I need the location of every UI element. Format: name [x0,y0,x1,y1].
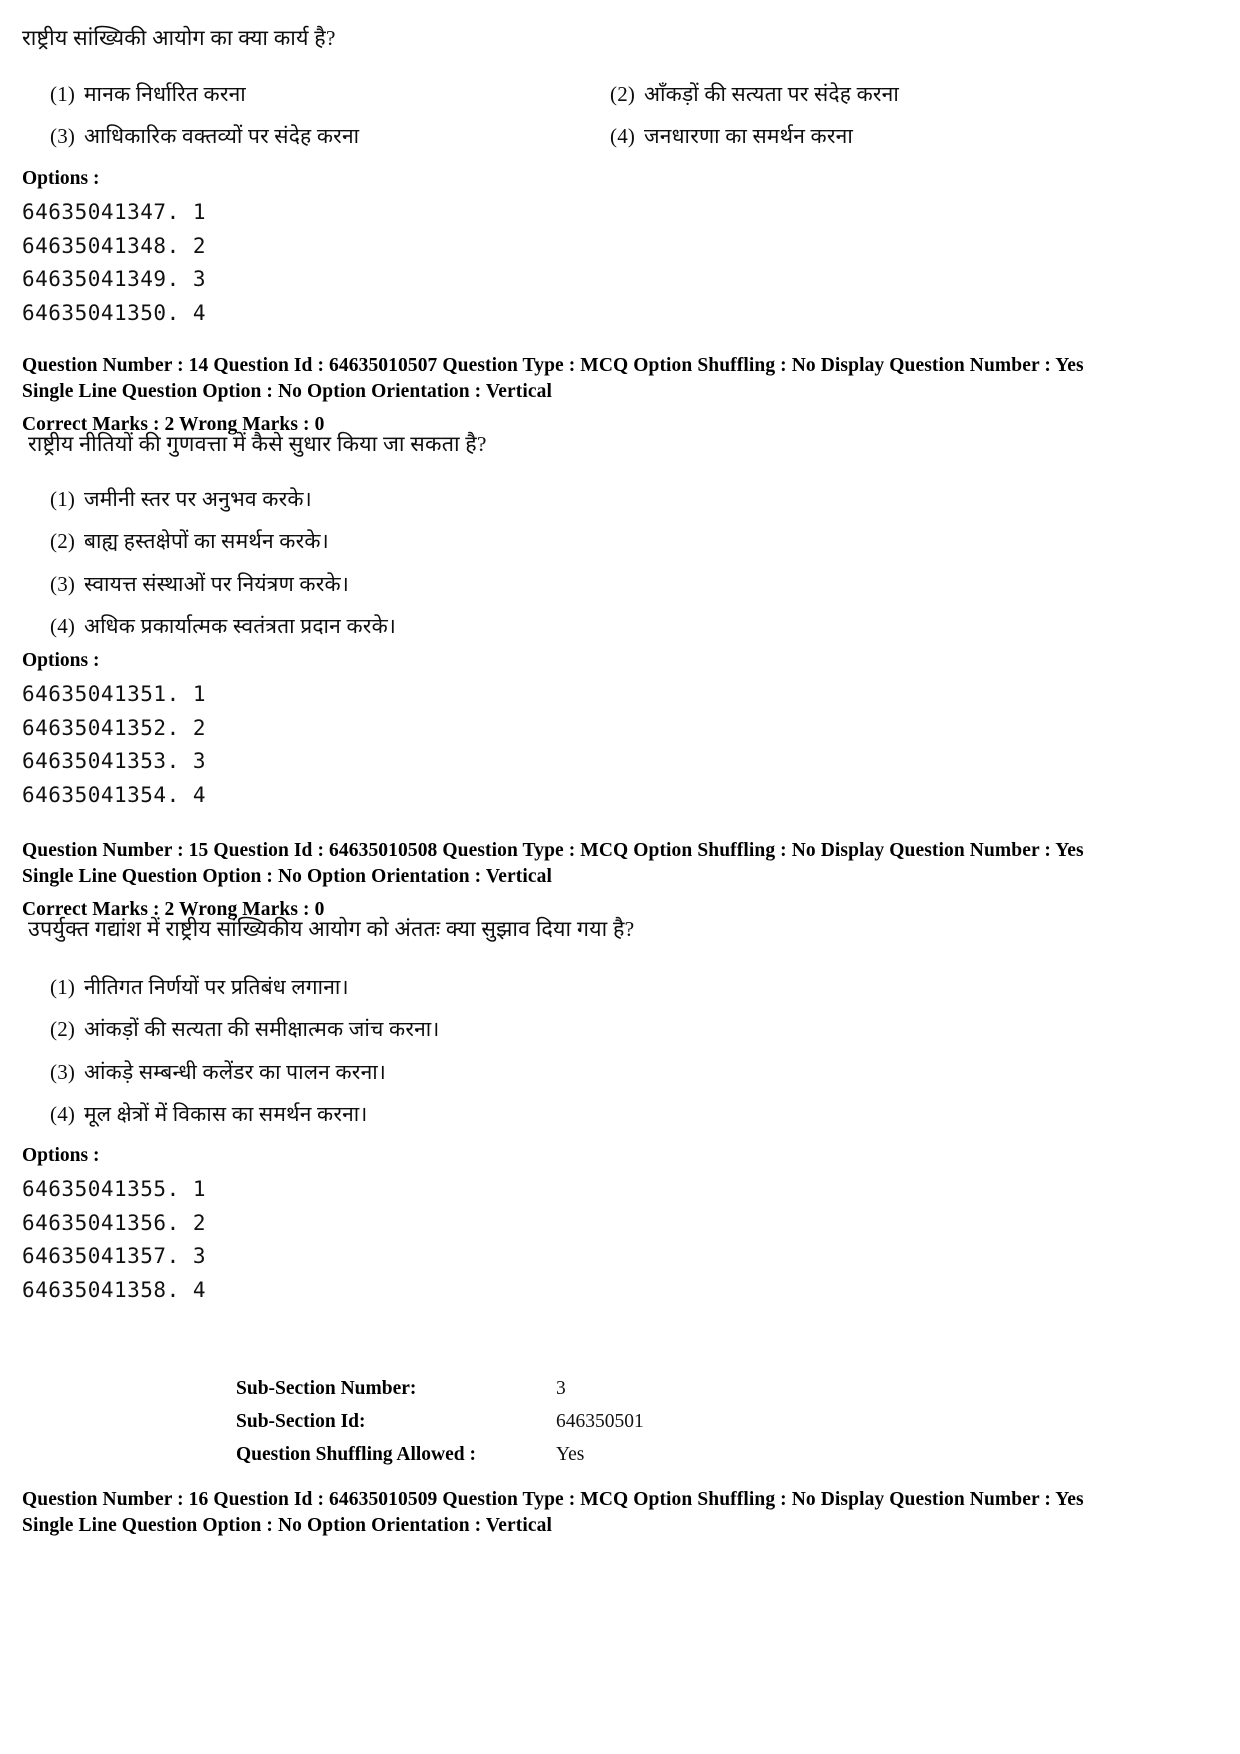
question-13-option-id-2: 64635041348. 2 [22,233,207,258]
question-15-choice-3-text: आंकड़े सम्बन्धी कलेंडर का पालन करना। [84,1059,387,1084]
question-15-choices: (1) नीतिगत निर्णयों पर प्रतिबंध लगाना। (… [22,973,922,1142]
question-13-options-label: Options : [22,168,100,189]
question-13-option-id-list: Options : 64635041347. 1 64635041348. 2 … [22,168,622,330]
question-15-choice-2[interactable]: (2) आंकड़ों की सत्यता की समीक्षात्मक जां… [22,1015,922,1043]
question-15-choice-4[interactable]: (4) मूल क्षेत्रों में विकास का समर्थन कर… [22,1100,922,1128]
question-13-choice-row-1: (1) मानक निर्धारित करना (2) आँकड़ों की स… [22,80,1142,108]
question-14-options-label: Options : [22,650,100,671]
question-14-choice-2[interactable]: (2) बाह्य हस्तक्षेपों का समर्थन करके। [22,527,922,555]
question-15-options-label: Options : [22,1145,100,1166]
question-13-option-id-1: 64635041347. 1 [22,200,207,224]
question-14-meta-line-1: Question Number : 14 Question Id : 64635… [22,355,1084,376]
question-16-meta-line-1: Question Number : 16 Question Id : 64635… [22,1489,1084,1510]
sub-section-id-value: 646350501 [556,1411,644,1432]
question-15-choice-4-number: (4) [50,1102,76,1127]
question-14-option-id-1: 64635041351. 1 [22,682,207,706]
question-14-choice-1-text: जमीनी स्तर पर अनुभव करके। [84,487,312,511]
question-15-choice-2-text: आंकड़ों की सत्यता की समीक्षात्मक जांच कर… [84,1017,440,1042]
question-16-metadata: Question Number : 16 Question Id : 64635… [22,1487,1222,1539]
question-13-choice-3[interactable]: (3) आधिकारिक वक्तव्यों पर संदेह करना [22,122,582,150]
question-15-choice-3[interactable]: (3) आंकड़े सम्बन्धी कलेंडर का पालन करना। [22,1058,922,1086]
question-15-stem-block: उपर्युक्त गद्यांश में राष्ट्रीय सांख्यिक… [28,915,1088,944]
question-16-meta-line-2: Single Line Question Option : No Option … [22,1514,553,1536]
question-14-stem-text: राष्ट्रीय नीतियों की गुणवत्ता में कैसे स… [28,432,487,456]
question-14-option-id-list: Options : 64635041351. 1 64635041352. 2 … [22,650,622,812]
question-14-choice-4-number: (4) [50,614,76,639]
question-13-choice-4-number: (4) [610,124,636,149]
question-15-stem-text: उपर्युक्त गद्यांश में राष्ट्रीय सांख्यिक… [28,917,635,941]
question-15-choice-1-number: (1) [50,975,76,999]
question-13-option-id-4: 64635041350. 4 [22,300,207,325]
question-15-metadata: Question Number : 15 Question Id : 64635… [22,838,1222,923]
question-15-choice-1-text: नीतिगत निर्णयों पर प्रतिबंध लगाना। [84,975,349,999]
sub-section-number-value: 3 [556,1378,566,1399]
question-14-choice-4-text: अधिक प्रकार्यात्मक स्वतंत्रता प्रदान करक… [84,614,397,639]
question-shuffling-row: Question Shuffling Allowed : Yes [236,1444,936,1466]
question-15-choice-4-text: मूल क्षेत्रों में विकास का समर्थन करना। [84,1102,368,1127]
question-14-choice-1[interactable]: (1) जमीनी स्तर पर अनुभव करके। [22,485,922,513]
sub-section-number-row: Sub-Section Number: 3 [236,1378,936,1400]
question-13-choice-row-2: (3) आधिकारिक वक्तव्यों पर संदेह करना (4)… [22,122,1142,150]
question-13-choice-4[interactable]: (4) जनधारणा का समर्थन करना [582,122,1142,150]
question-14-stem-block: राष्ट्रीय नीतियों की गुणवत्ता में कैसे स… [28,430,1028,459]
question-14-option-id-3: 64635041353. 3 [22,749,207,774]
question-13-choice-2[interactable]: (2) आँकड़ों की सत्यता पर संदेह करना [582,80,1142,108]
question-15-choice-3-number: (3) [50,1059,76,1084]
question-14-meta-line-2: Single Line Question Option : No Option … [22,380,553,402]
question-14-choice-2-number: (2) [50,529,76,554]
question-13-choice-2-number: (2) [610,82,636,106]
question-14-choice-2-text: बाह्य हस्तक्षेपों का समर्थन करके। [84,529,329,554]
question-15-meta-line-2: Single Line Question Option : No Option … [22,865,553,887]
question-14-metadata: Question Number : 14 Question Id : 64635… [22,353,1222,438]
question-13-choice-3-text: आधिकारिक वक्तव्यों पर संदेह करना [84,124,360,149]
question-14-choice-1-number: (1) [50,487,76,511]
question-14-choice-3-number: (3) [50,571,76,596]
question-13-choice-4-text: जनधारणा का समर्थन करना [644,124,853,149]
question-15-meta-line-1: Question Number : 15 Question Id : 64635… [22,840,1084,861]
document-page: राष्ट्रीय सांख्यिकी आयोग का क्या कार्य ह… [0,0,1240,1754]
question-13-choice-1-text: मानक निर्धारित करना [84,82,246,106]
question-shuffling-label: Question Shuffling Allowed : [236,1444,477,1465]
question-14-option-id-4: 64635041354. 4 [22,782,207,807]
sub-section-id-label: Sub-Section Id: [236,1411,366,1432]
question-13-option-id-3: 64635041349. 3 [22,267,207,292]
question-14-choice-4[interactable]: (4) अधिक प्रकार्यात्मक स्वतंत्रता प्रदान… [22,612,922,640]
question-13-choice-1-number: (1) [50,82,76,106]
question-15-option-id-4: 64635041358. 4 [22,1277,207,1302]
question-15-option-id-1: 64635041355. 1 [22,1177,207,1201]
question-14-option-id-2: 64635041352. 2 [22,715,207,740]
question-13-choice-1[interactable]: (1) मानक निर्धारित करना [22,80,582,108]
question-13-choice-3-number: (3) [50,124,76,149]
question-13-choices: (1) मानक निर्धारित करना (2) आँकड़ों की स… [22,80,1142,151]
question-15-option-id-2: 64635041356. 2 [22,1210,207,1235]
question-13-choice-2-text: आँकड़ों की सत्यता पर संदेह करना [644,82,899,106]
sub-section-info: Sub-Section Number: 3 Sub-Section Id: 64… [236,1378,936,1477]
sub-section-id-row: Sub-Section Id: 646350501 [236,1411,936,1433]
question-shuffling-value: Yes [556,1444,585,1465]
question-15-choice-1[interactable]: (1) नीतिगत निर्णयों पर प्रतिबंध लगाना। [22,973,922,1001]
question-15-option-id-3: 64635041357. 3 [22,1244,207,1269]
question-14-choice-3-text: स्वायत्त संस्थाओं पर नियंत्रण करके। [84,571,350,596]
question-14-choices: (1) जमीनी स्तर पर अनुभव करके। (2) बाह्य … [22,485,922,654]
sub-section-number-label: Sub-Section Number: [236,1378,417,1399]
question-15-option-id-list: Options : 64635041355. 1 64635041356. 2 … [22,1145,622,1307]
question-13-stem-text: राष्ट्रीय सांख्यिकी आयोग का क्या कार्य ह… [22,26,336,50]
question-13-stem-block: राष्ट्रीय सांख्यिकी आयोग का क्या कार्य ह… [22,24,1022,53]
question-15-choice-2-number: (2) [50,1017,76,1042]
question-14-choice-3[interactable]: (3) स्वायत्त संस्थाओं पर नियंत्रण करके। [22,570,922,598]
